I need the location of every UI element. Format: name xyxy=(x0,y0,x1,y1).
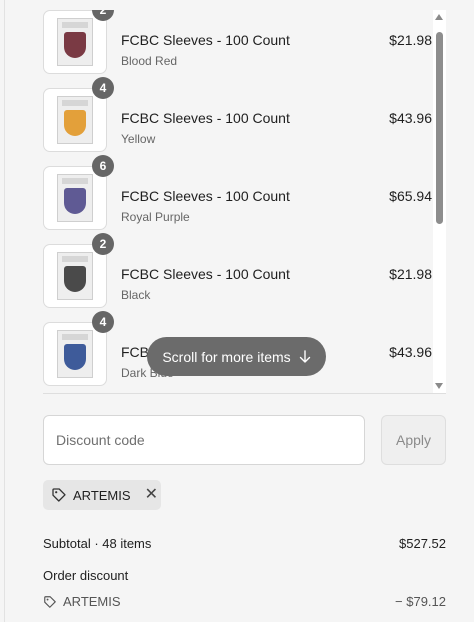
divider xyxy=(43,393,446,394)
discount-code-input[interactable] xyxy=(43,415,365,465)
discount-code-row: ARTEMIS − $79.12 xyxy=(43,594,446,612)
cart-scrollbar[interactable] xyxy=(433,10,446,393)
discount-amount: − $79.12 xyxy=(395,594,446,609)
product-price: $43.96 xyxy=(389,344,432,360)
shield-icon xyxy=(64,110,86,136)
product-price: $43.96 xyxy=(389,110,432,126)
tag-icon xyxy=(44,595,56,608)
cart-item: 6 FCBC Sleeves - 100 Count Royal Purple … xyxy=(43,155,433,232)
scroll-for-more-button[interactable]: Scroll for more items xyxy=(147,337,326,376)
product-price: $21.98 xyxy=(389,32,432,48)
remove-discount-close-icon[interactable]: ✕ xyxy=(145,487,158,503)
shield-icon xyxy=(64,344,86,370)
sleeve-box-image xyxy=(57,96,93,144)
quantity-badge: 6 xyxy=(92,155,114,177)
product-title: FCBC Sleeves - 100 Count xyxy=(121,110,290,126)
product-price: $65.94 xyxy=(389,188,432,204)
panel-left-border xyxy=(4,0,5,622)
cart-item: 2 FCBC Sleeves - 100 Count Black $21.98 xyxy=(43,233,433,310)
sleeve-box-image xyxy=(57,252,93,300)
cart-item: 4 FCBC Sleeves - 100 Count Yellow $43.96 xyxy=(43,77,433,154)
product-price: $21.98 xyxy=(389,266,432,282)
cart-items-list[interactable]: 2 FCBC Sleeves - 100 Count Blood Red $21… xyxy=(43,10,446,393)
sleeve-box-image xyxy=(57,18,93,66)
quantity-badge: 2 xyxy=(92,233,114,255)
product-title: FCBC Sleeves - 100 Count xyxy=(121,188,290,204)
product-variant: Blood Red xyxy=(121,54,178,68)
quantity-badge: 4 xyxy=(92,77,114,99)
product-title: FCBC Sleeves - 100 Count xyxy=(121,266,290,282)
product-variant: Black xyxy=(121,288,151,302)
subtotal-label: Subtotal · 48 items xyxy=(43,536,152,551)
scrollbar-thumb[interactable] xyxy=(436,32,443,224)
sleeve-box-image xyxy=(57,174,93,222)
product-title: FCBC Sleeves - 100 Count xyxy=(121,32,290,48)
shield-icon xyxy=(64,266,86,292)
sleeve-box-image xyxy=(57,330,93,378)
order-discount-row: Order discount xyxy=(43,568,446,583)
subtotal-row: Subtotal · 48 items $527.52 xyxy=(43,536,446,551)
subtotal-value: $527.52 xyxy=(399,536,446,551)
product-variant: Yellow xyxy=(121,132,156,146)
shield-icon xyxy=(64,188,86,214)
tag-icon xyxy=(52,488,66,502)
scroll-up-arrow-icon[interactable] xyxy=(435,14,443,20)
applied-discount-code: ARTEMIS xyxy=(73,487,131,503)
cart-item: 2 FCBC Sleeves - 100 Count Blood Red $21… xyxy=(43,10,433,76)
applied-discount-chip: ARTEMIS ✕ xyxy=(43,480,161,510)
discount-code-label: ARTEMIS xyxy=(63,594,121,609)
order-discount-label: Order discount xyxy=(43,568,129,583)
shield-icon xyxy=(64,32,86,58)
scroll-down-arrow-icon[interactable] xyxy=(435,383,443,389)
product-variant: Royal Purple xyxy=(121,210,190,224)
scroll-hint-label: Scroll for more items xyxy=(162,348,291,365)
arrow-down-icon xyxy=(299,349,310,363)
quantity-badge: 4 xyxy=(92,311,114,333)
apply-discount-button[interactable]: Apply xyxy=(381,415,446,465)
